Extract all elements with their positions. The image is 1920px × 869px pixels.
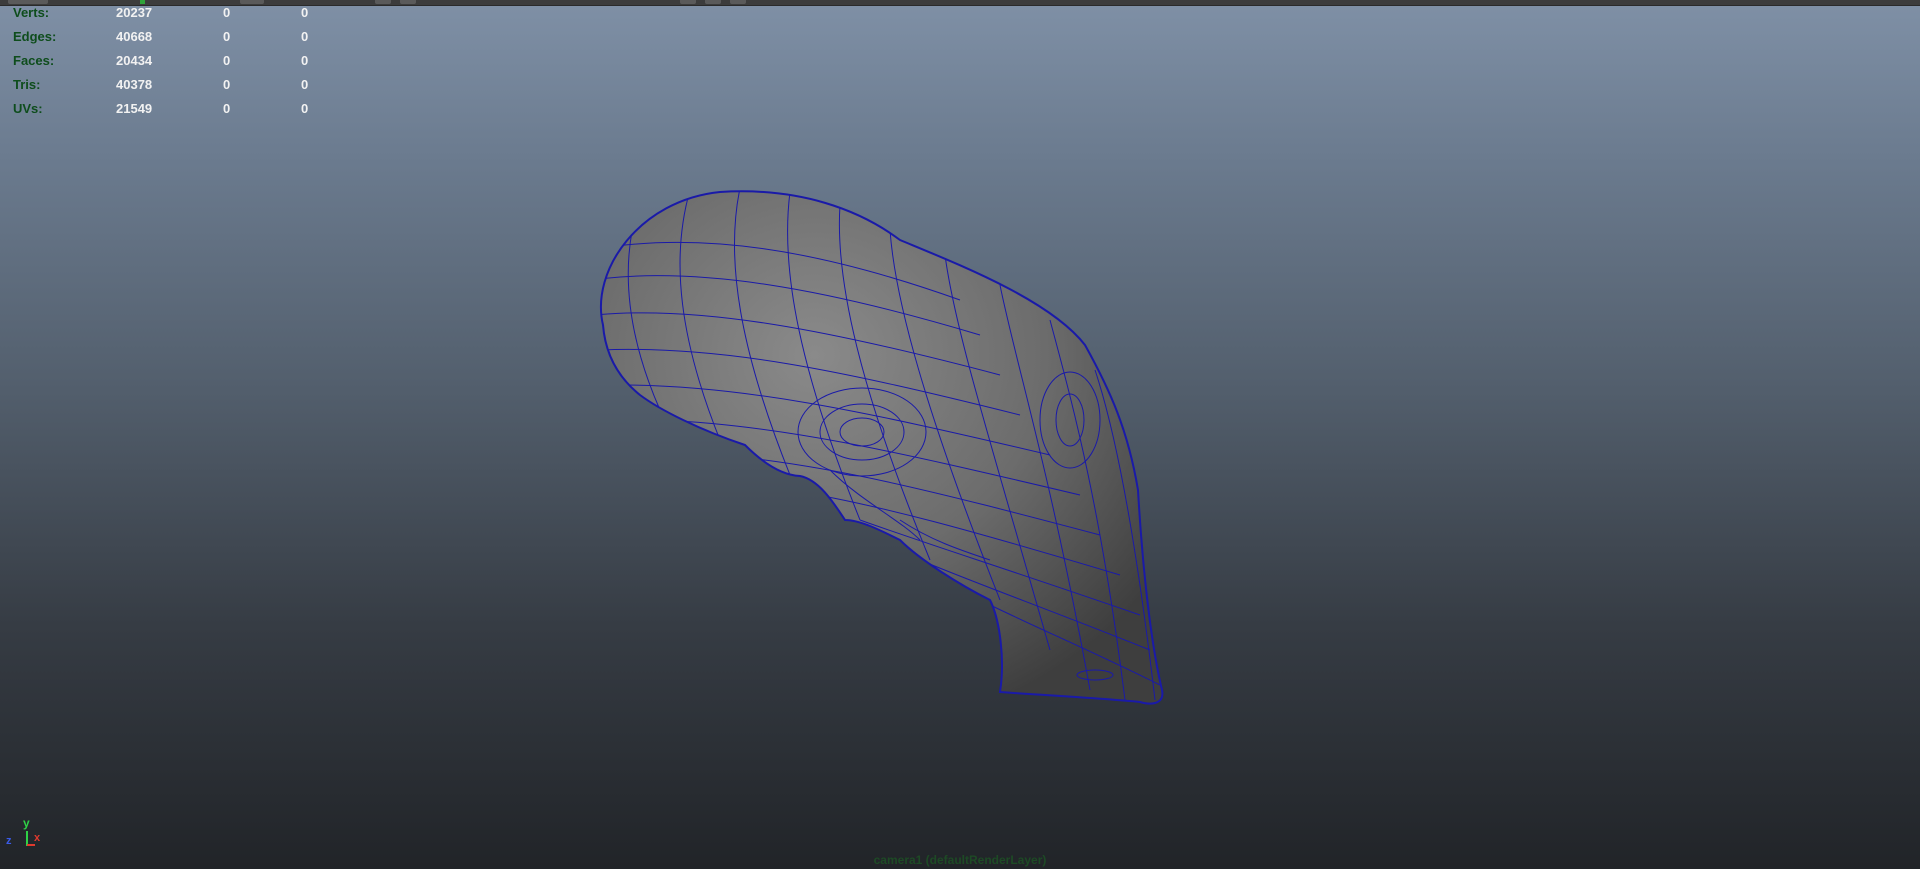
hud-value: 20434	[116, 53, 153, 68]
hud-value: 0	[223, 5, 231, 20]
axis-y-label: y	[23, 816, 30, 830]
hud-value: 0	[223, 29, 231, 44]
hud-value: 0	[223, 77, 231, 92]
hud-value: 0	[223, 101, 231, 116]
hud-value: 0	[301, 77, 309, 92]
hud-value: 0	[223, 53, 231, 68]
axis-x-label: x	[34, 832, 41, 844]
hud-value: 21549	[116, 101, 153, 116]
mesh-object[interactable]	[590, 188, 1164, 705]
hud-value: 0	[301, 5, 309, 20]
hud-value: 40378	[116, 77, 153, 92]
hud-label: Tris:	[13, 77, 41, 92]
hud-label: Edges:	[13, 29, 57, 44]
hud-value: 20237	[116, 5, 153, 20]
hud-value: 0	[301, 101, 309, 116]
hud-value: 0	[301, 29, 309, 44]
camera-name-label: camera1 (defaultRenderLayer)	[873, 853, 1047, 867]
axis-x-line	[27, 844, 35, 846]
axis-z-label: z	[6, 835, 12, 847]
viewport-3d[interactable]	[0, 0, 1920, 869]
hud-label: UVs:	[13, 101, 43, 116]
hud-value: 0	[301, 53, 309, 68]
hud-label: Faces:	[13, 53, 55, 68]
hud-value: 40668	[116, 29, 153, 44]
hud-label: Verts:	[13, 5, 50, 20]
